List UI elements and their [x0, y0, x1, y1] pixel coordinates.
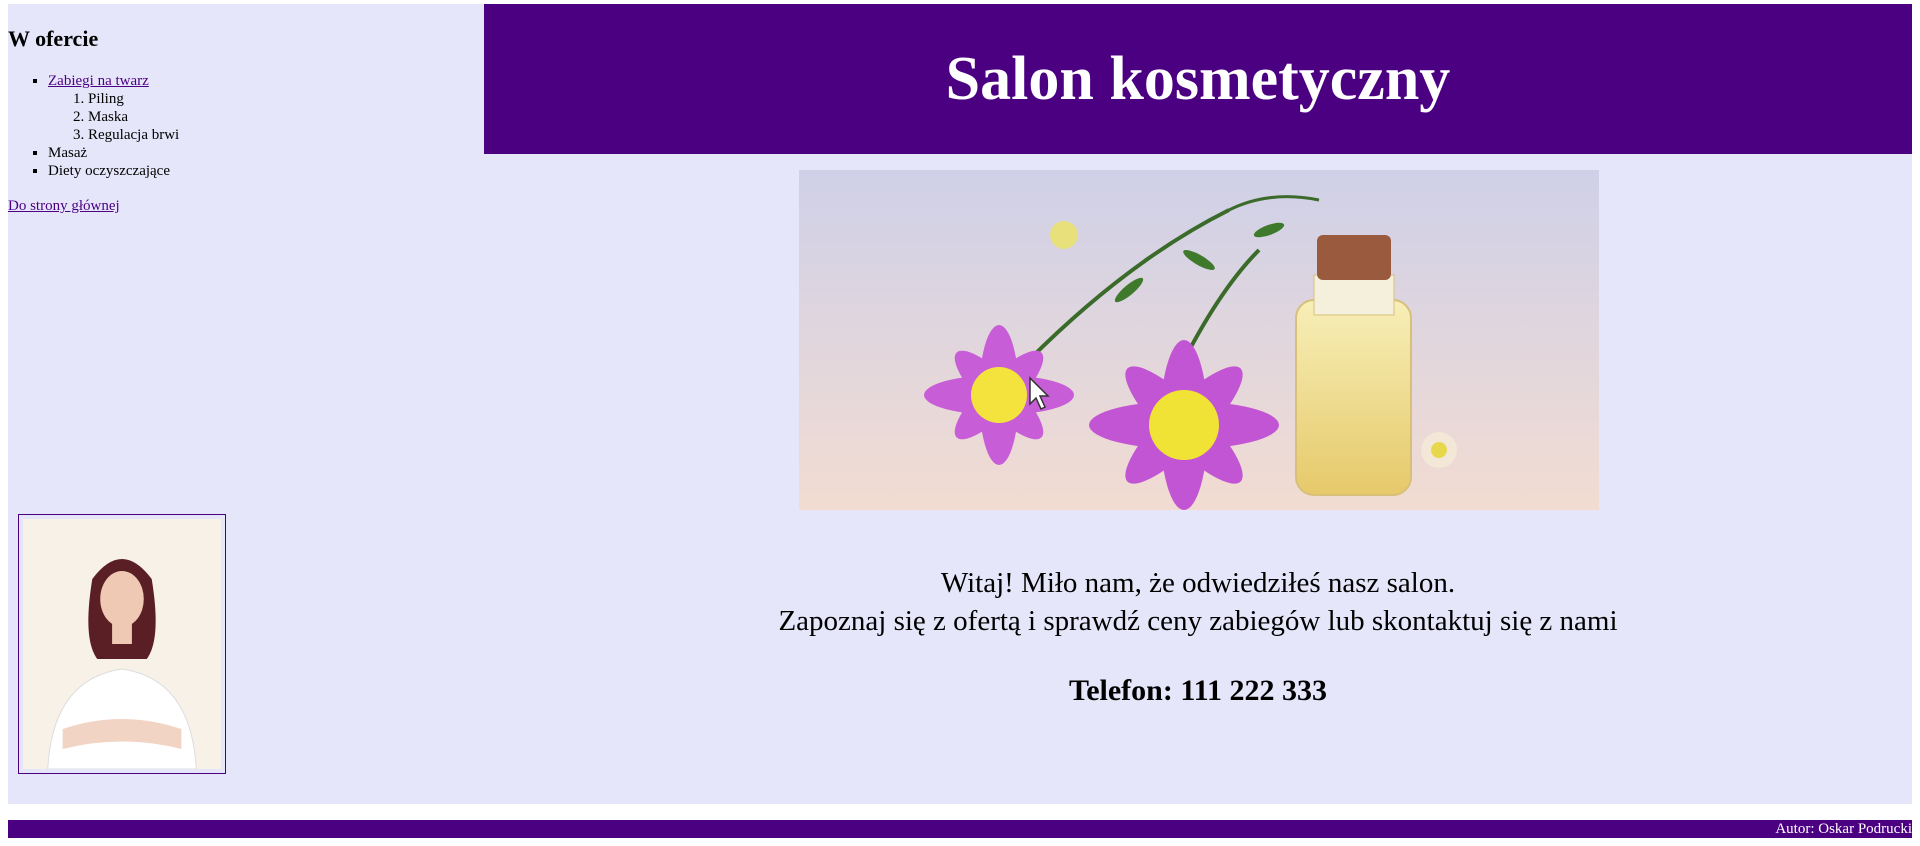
sidebar: W ofercie Zabiegi na twarz Piling Maska …	[8, 4, 484, 804]
list-item: Piling	[88, 90, 179, 108]
welcome-text: Witaj! Miło nam, że odwiedziłeś nasz sal…	[484, 564, 1912, 640]
list-item: Diety oczyszczające	[48, 162, 179, 180]
offer-list: Zabiegi na twarz Piling Maska Regulacja …	[8, 72, 179, 180]
list-item: Zabiegi na twarz Piling Maska Regulacja …	[48, 72, 179, 144]
sub-list: Piling Maska Regulacja brwi	[48, 90, 179, 144]
author-text: Autor: Oskar Podrucki	[1775, 821, 1912, 837]
hero-image	[799, 170, 1599, 510]
home-link[interactable]: Do strony głównej	[8, 198, 120, 215]
header-banner: Salon kosmetyczny	[484, 4, 1912, 154]
footer: Autor: Oskar Podrucki	[8, 820, 1912, 838]
welcome-line-2: Zapoznaj się z ofertą i sprawdź ceny zab…	[778, 605, 1618, 637]
phone-number: Telefon: 111 222 333	[1068, 674, 1328, 707]
welcome-line-1: Witaj! Miło nam, że odwiedziłeś nasz sal…	[940, 567, 1456, 599]
offer-heading: W ofercie	[8, 26, 99, 51]
portrait-photo	[18, 514, 226, 774]
mouse-cursor-icon	[1029, 376, 1050, 411]
offer-link-face-treatments[interactable]: Zabiegi na twarz	[48, 73, 149, 89]
main-content: Witaj! Miło nam, że odwiedziłeś nasz sal…	[484, 154, 1912, 804]
list-item: Maska	[88, 108, 179, 126]
list-item: Regulacja brwi	[88, 126, 179, 144]
page-title: Salon kosmetyczny	[945, 45, 1451, 113]
list-item: Masaż	[48, 144, 179, 162]
